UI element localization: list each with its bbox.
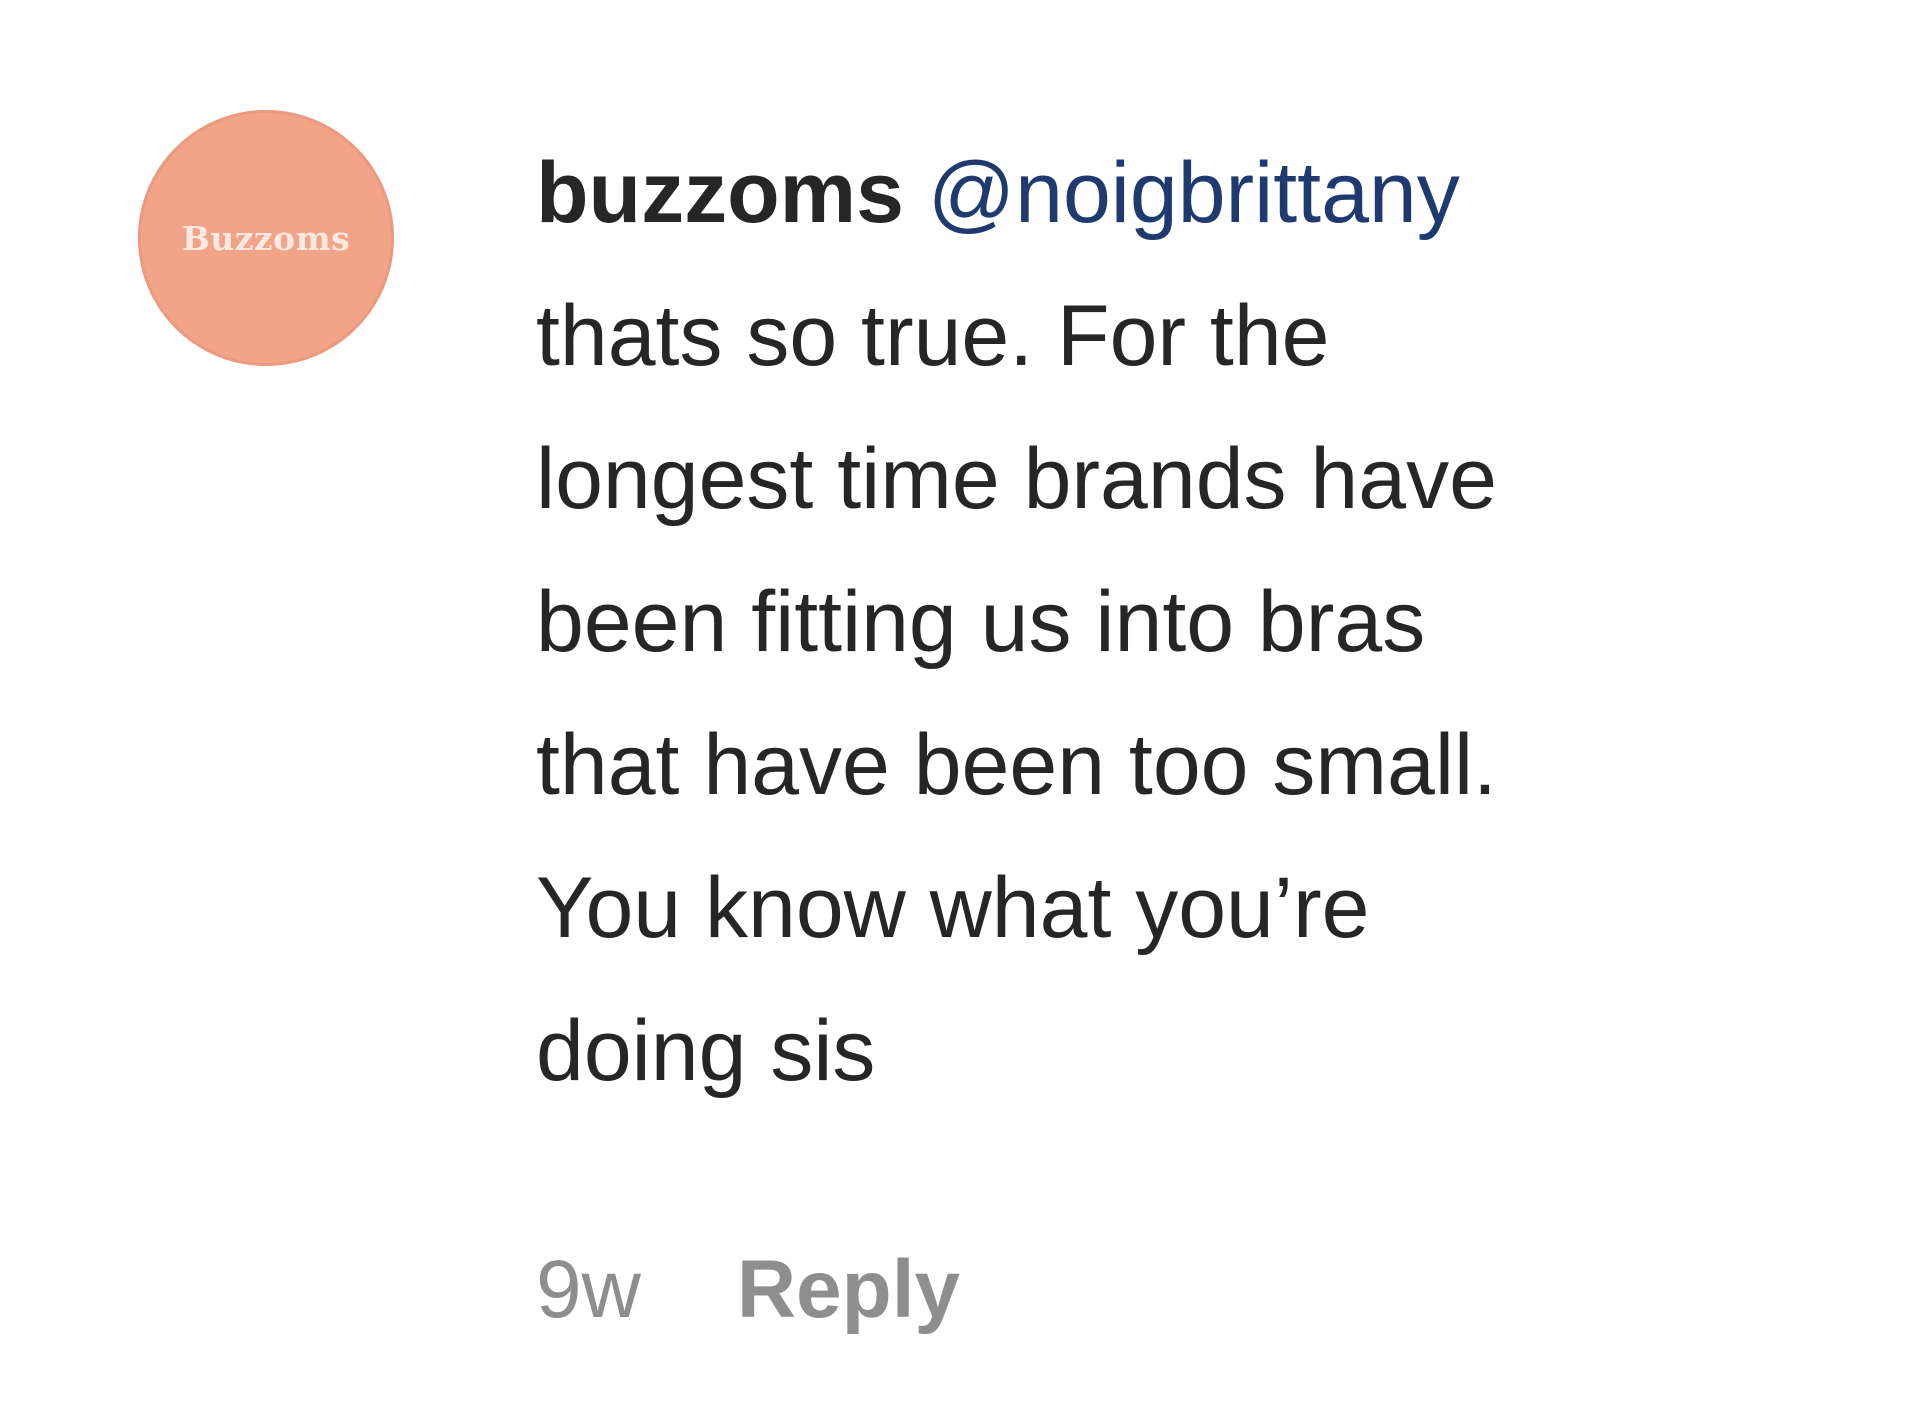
comment-text-line: that have been too small. <box>536 717 1497 813</box>
avatar-logo-text: Buzzoms <box>181 218 351 258</box>
comment-item: Buzzoms buzzoms @noigbrittany thats so t… <box>0 0 1920 1417</box>
comment-text-line: doing sis <box>536 1003 876 1099</box>
comment-timestamp[interactable]: 9w <box>536 1240 641 1340</box>
reply-button[interactable]: Reply <box>737 1243 960 1337</box>
comment-header-line: buzzoms @noigbrittany <box>536 122 1876 265</box>
comment-body: buzzoms @noigbrittany thats so true. For… <box>536 122 1876 1123</box>
comment-username[interactable]: buzzoms <box>536 145 904 241</box>
comment-text-line: been fitting us into bras <box>536 574 1426 670</box>
comment-text-line: thats so true. For the <box>536 288 1330 384</box>
comment-mention-link[interactable]: @noigbrittany <box>928 145 1460 241</box>
avatar[interactable]: Buzzoms <box>138 110 394 366</box>
comment-text-line: You know what you’re <box>536 860 1370 956</box>
comment-text-line: longest time brands have <box>536 431 1497 527</box>
comment-meta: 9w Reply <box>536 1240 960 1340</box>
